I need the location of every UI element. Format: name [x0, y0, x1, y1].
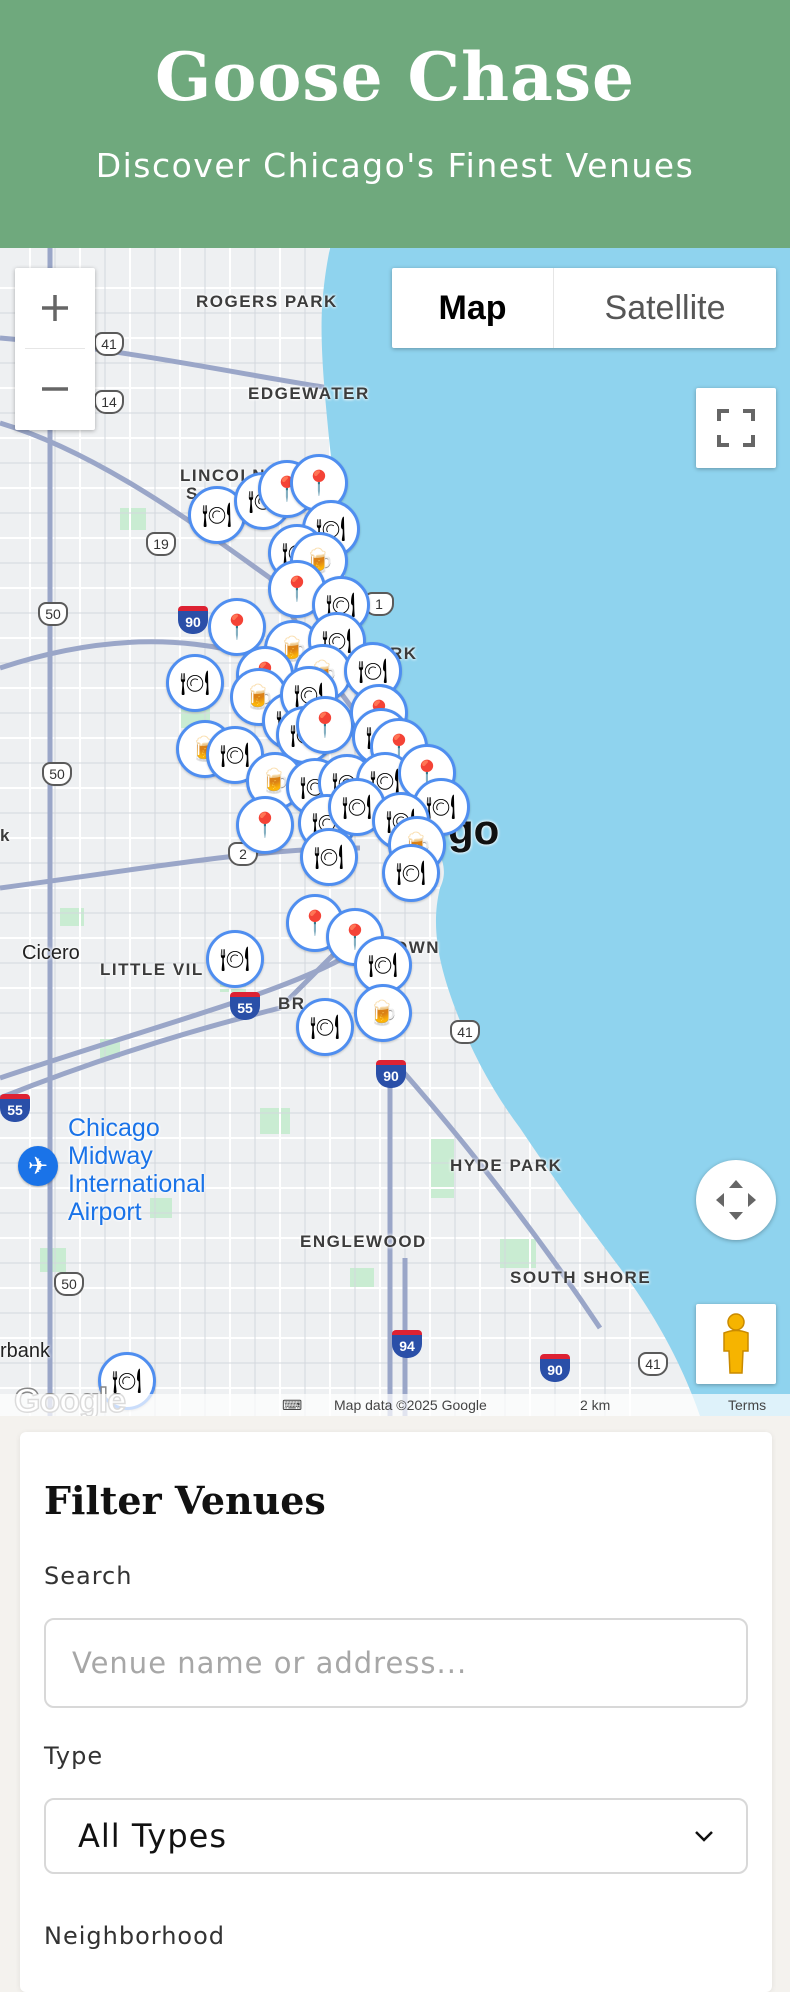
route-shield: 41 [450, 1020, 480, 1044]
site-header: Goose Chase Discover Chicago's Finest Ve… [0, 0, 790, 248]
route-shield: 50 [54, 1272, 84, 1296]
map-label-airport-1: Chicago [68, 1114, 160, 1142]
zoom-control [15, 268, 95, 430]
route-shield: 19 [146, 532, 176, 556]
map-label-airport-3: International [68, 1170, 206, 1198]
map-label-burbank: rbank [0, 1340, 51, 1362]
move-arrows-icon [716, 1180, 756, 1220]
map-attribution-bar: ⌨ Map data ©2025 Google 2 km Terms [0, 1394, 790, 1416]
site-subtitle: Discover Chicago's Finest Venues [95, 146, 695, 185]
map-label-rogers-park: ROGERS PARK [196, 292, 338, 311]
neighborhood-label: Neighborhood [44, 1922, 226, 1950]
map-data-attribution: Map data ©2025 Google [334, 1397, 487, 1413]
street-view-pegman-button[interactable] [696, 1304, 776, 1384]
route-shield: 50 [38, 602, 68, 626]
interstate-shield: 90 [178, 606, 208, 634]
venue-marker-restaurant[interactable]: 🍽 [166, 654, 224, 712]
camera-control-button[interactable] [696, 1160, 776, 1240]
site-title: Goose Chase [155, 38, 635, 116]
map-scale[interactable]: 2 km [580, 1397, 610, 1413]
map-label-k: k [0, 826, 11, 845]
pegman-icon [723, 1313, 749, 1374]
venue-marker-restaurant[interactable]: 🍽 [296, 998, 354, 1056]
venue-marker-restaurant[interactable]: 🍽 [206, 930, 264, 988]
interstate-shield: 55 [230, 992, 260, 1020]
route-shield: 41 [638, 1352, 668, 1376]
map-label-englewood: ENGLEWOOD [300, 1232, 427, 1251]
type-label: Type [44, 1742, 104, 1770]
venue-marker-pin[interactable]: 📍 [236, 796, 294, 854]
fullscreen-icon [717, 409, 755, 447]
venue-marker-restaurant[interactable]: 🍽 [382, 844, 440, 902]
route-shield: 14 [94, 390, 124, 414]
venue-marker-pin[interactable]: 📍 [296, 696, 354, 754]
interstate-shield: 90 [540, 1354, 570, 1382]
type-select[interactable]: All Types [44, 1798, 748, 1874]
filter-panel: Filter Venues Search Type All Types Neig… [20, 1432, 772, 1992]
airport-icon: ✈ [18, 1146, 58, 1186]
search-input[interactable] [44, 1618, 748, 1708]
interstate-shield: 90 [376, 1060, 406, 1088]
map-label-hyde-park: HYDE PARK [450, 1156, 563, 1175]
interstate-shield: 94 [392, 1330, 422, 1358]
map-label-airport-2: Midway [68, 1142, 153, 1170]
venue-marker-beer[interactable]: 🍺 [354, 984, 412, 1042]
map-label-airport-4: Airport [68, 1198, 142, 1226]
map-label-little-village: LITTLE VIL [100, 960, 204, 979]
interstate-shield: 55 [0, 1094, 30, 1122]
map-label-cicero: Cicero [22, 942, 80, 964]
search-label: Search [44, 1562, 133, 1590]
map-label-south-shore: SOUTH SHORE [510, 1268, 652, 1287]
chevron-down-icon [695, 1831, 713, 1842]
map-type-control: Map Satellite [392, 268, 776, 348]
map-label-edgewater: EDGEWATER [248, 384, 370, 403]
venue-map[interactable]: ROGERS PARK EDGEWATER LINCOLN S RK k Cic… [0, 248, 790, 1416]
map-type-satellite-button[interactable]: Satellite [554, 268, 776, 348]
venue-marker-restaurant[interactable]: 🍽 [300, 828, 358, 886]
zoom-out-button[interactable] [15, 349, 95, 429]
fullscreen-button[interactable] [696, 388, 776, 468]
filter-title: Filter Venues [44, 1478, 326, 1523]
route-shield: 50 [42, 762, 72, 786]
route-shield: 41 [94, 332, 124, 356]
type-select-value: All Types [78, 1817, 228, 1855]
plus-icon [42, 295, 68, 321]
minus-icon [42, 387, 68, 391]
map-type-map-button[interactable]: Map [392, 268, 554, 348]
zoom-in-button[interactable] [15, 268, 95, 348]
map-terms-link[interactable]: Terms [728, 1397, 766, 1413]
keyboard-icon[interactable]: ⌨ [282, 1397, 302, 1414]
